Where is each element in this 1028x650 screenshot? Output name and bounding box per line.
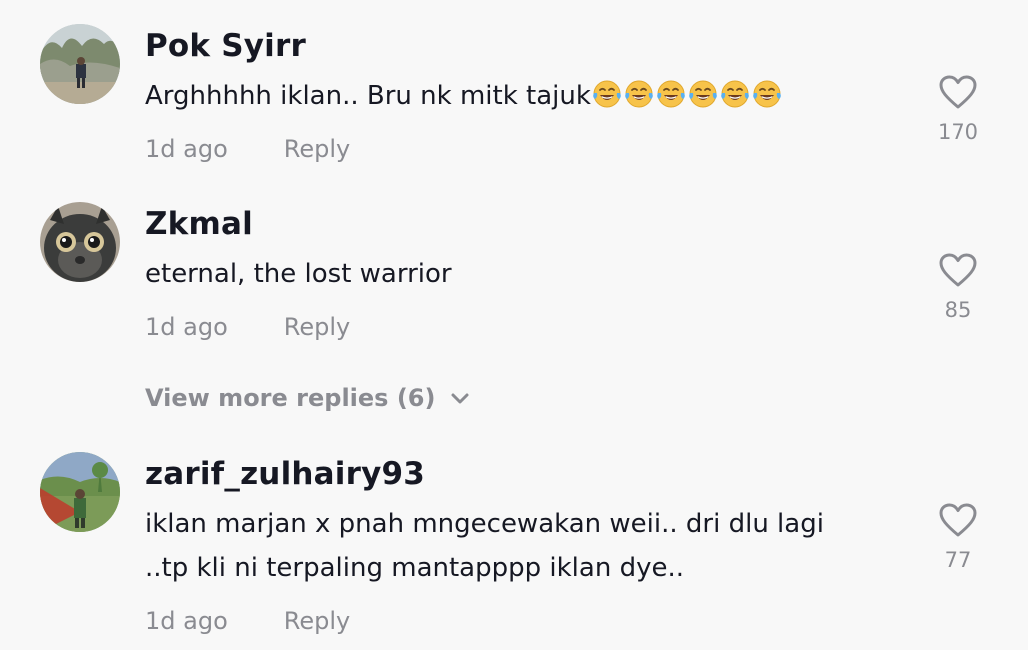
heart-icon[interactable] <box>938 74 978 110</box>
face-with-tears-of-joy-icon <box>593 80 621 107</box>
comment-text-content: Arghhhhh iklan.. Bru nk mitk tajuk <box>145 81 591 111</box>
like-count: 85 <box>944 298 972 322</box>
comment-timestamp: 1d ago <box>145 313 228 341</box>
face-with-tears-of-joy-icon <box>657 80 685 107</box>
chevron-down-icon <box>451 393 469 404</box>
comment-meta: 1d ago Reply <box>145 607 350 635</box>
comment-timestamp: 1d ago <box>145 607 228 635</box>
comment-username[interactable]: Zkmal <box>145 206 253 242</box>
reply-button[interactable]: Reply <box>284 135 350 163</box>
emoji-group <box>592 75 784 119</box>
comment-text: Arghhhhh iklan.. Bru nk mitk tajuk <box>145 74 784 119</box>
face-with-tears-of-joy-icon <box>689 80 717 107</box>
like-count: 77 <box>944 548 972 572</box>
reply-button[interactable]: Reply <box>284 313 350 341</box>
comment-timestamp: 1d ago <box>145 135 228 163</box>
comment-username[interactable]: zarif_zulhairy93 <box>145 456 425 492</box>
heart-icon[interactable] <box>938 502 978 538</box>
avatar[interactable] <box>40 202 120 282</box>
comment-text: eternal, the lost warrior <box>145 259 452 289</box>
comment-text-line: iklan marjan x pnah mngecewakan weii.. d… <box>145 509 824 539</box>
like-group: 85 <box>928 252 988 322</box>
face-with-tears-of-joy-icon <box>753 80 781 107</box>
comment-meta: 1d ago Reply <box>145 135 350 163</box>
like-group: 77 <box>928 502 988 572</box>
comment-meta: 1d ago Reply <box>145 313 350 341</box>
avatar[interactable] <box>40 24 120 104</box>
view-more-replies-label: View more replies (6) <box>145 384 436 412</box>
like-group: 170 <box>928 74 988 144</box>
view-more-replies-button[interactable]: View more replies (6) <box>145 384 471 412</box>
heart-icon[interactable] <box>938 252 978 288</box>
comment-text-line: ..tp kli ni terpaling mantapppp iklan dy… <box>145 553 684 583</box>
face-with-tears-of-joy-icon <box>625 80 653 107</box>
reply-button[interactable]: Reply <box>284 607 350 635</box>
like-count: 170 <box>937 120 979 144</box>
comment-username[interactable]: Pok Syirr <box>145 28 306 64</box>
avatar[interactable] <box>40 452 120 532</box>
face-with-tears-of-joy-icon <box>721 80 749 107</box>
